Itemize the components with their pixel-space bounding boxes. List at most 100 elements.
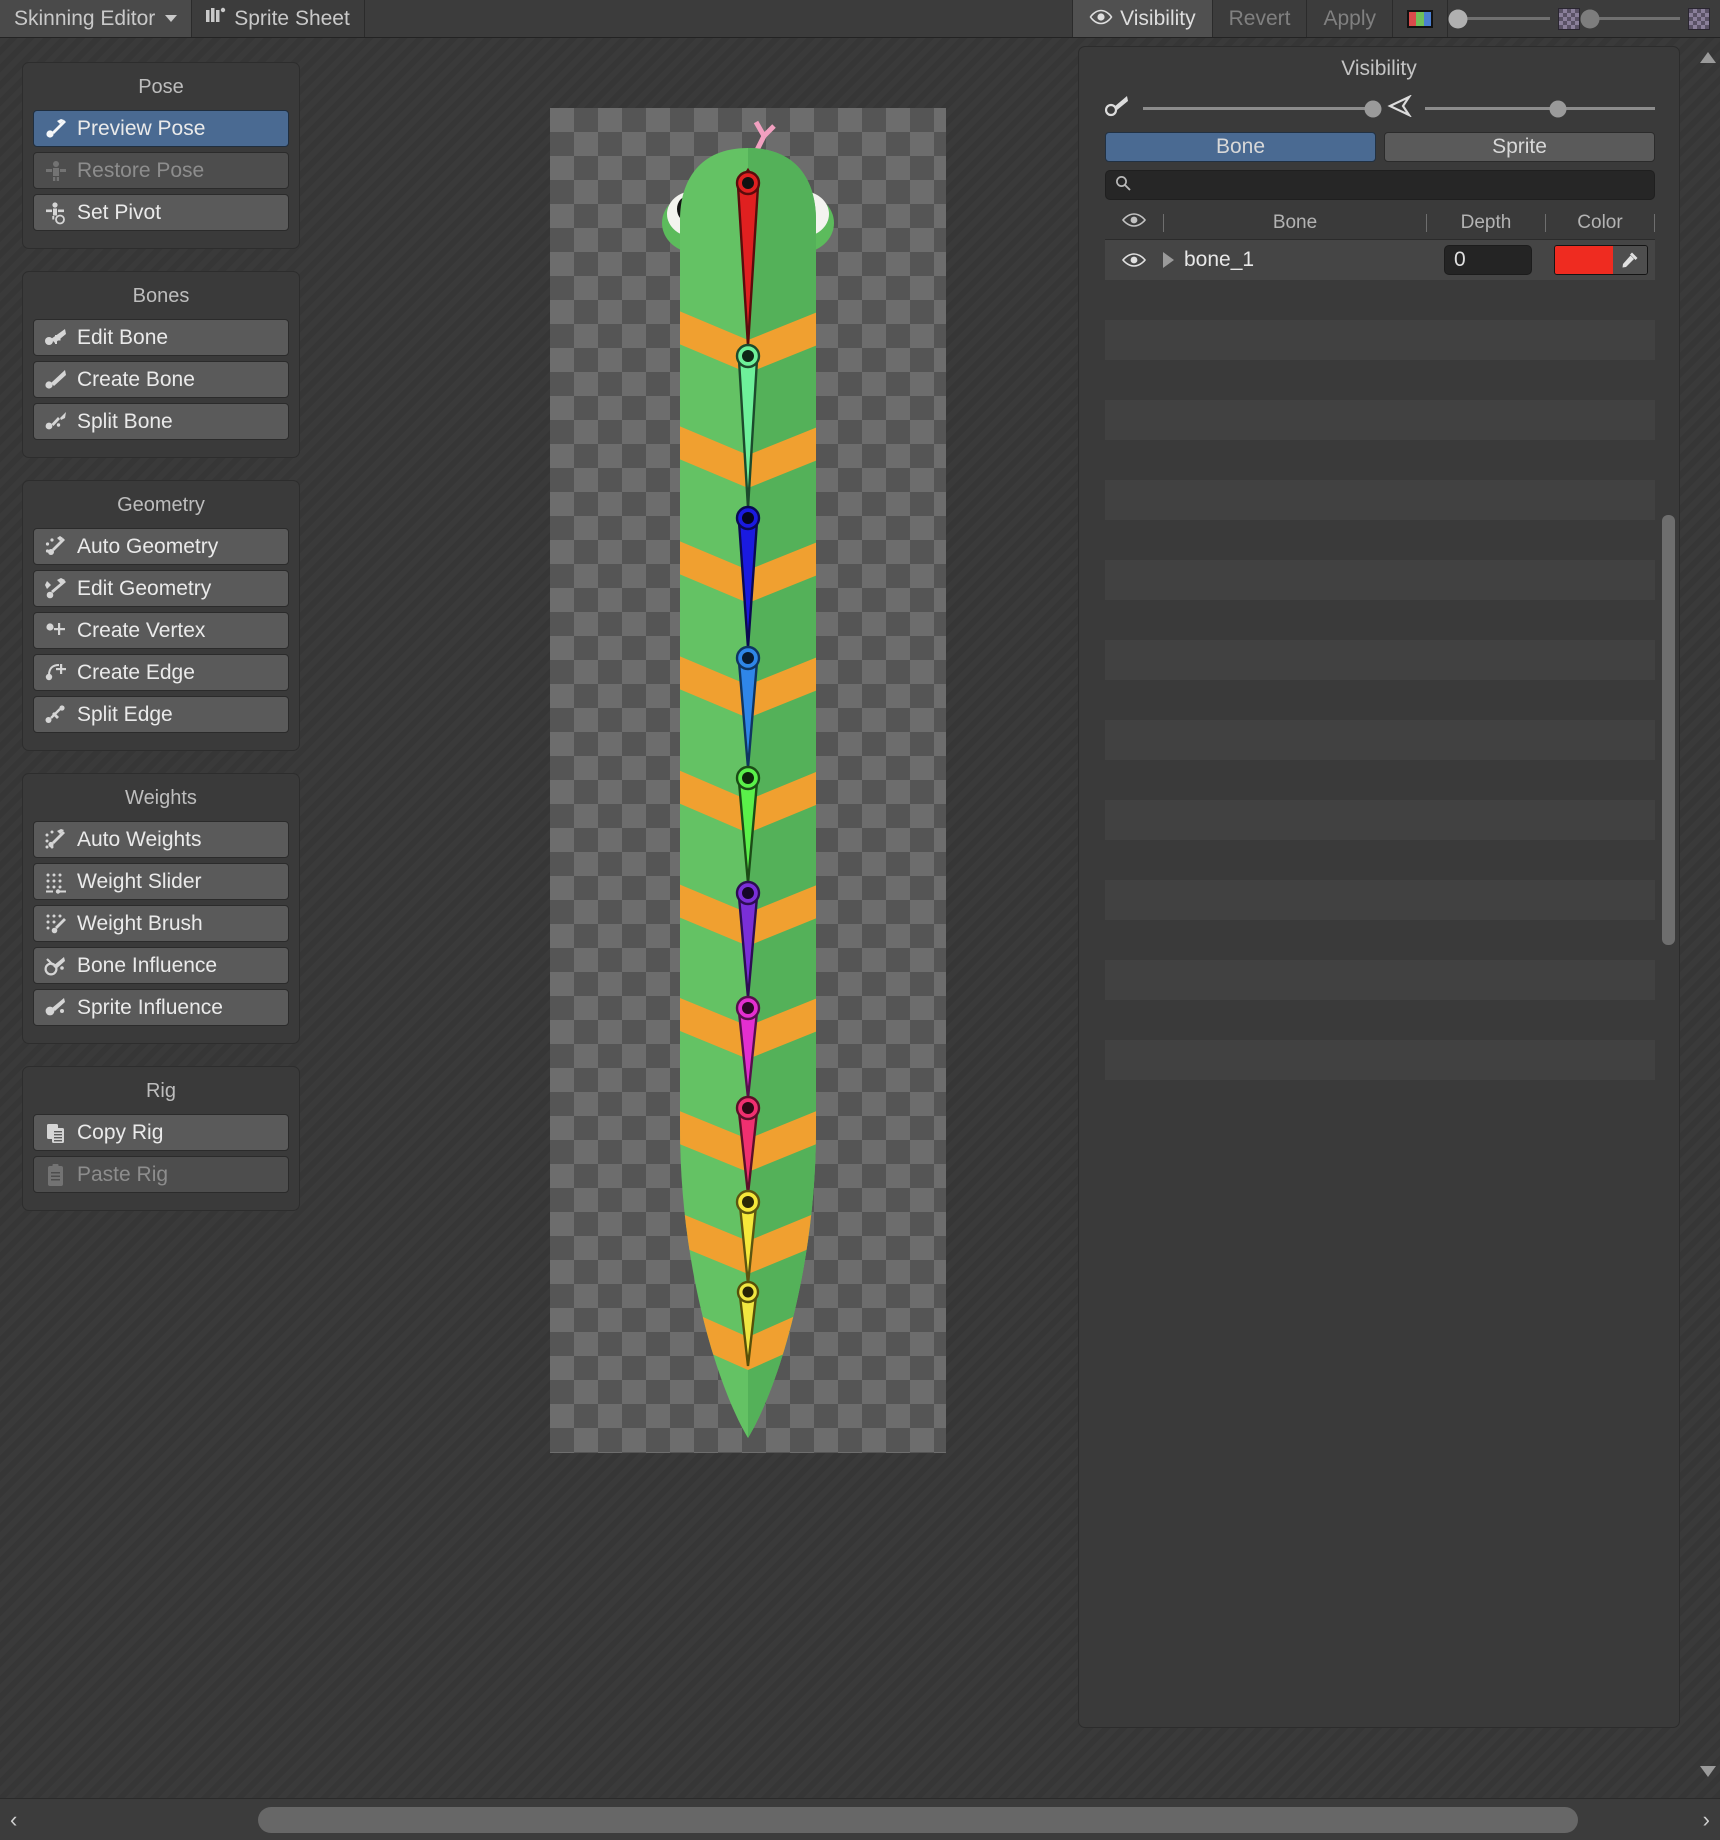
auto-geometry-icon (44, 535, 68, 559)
tool-edit-bone[interactable]: Edit Bone (33, 319, 289, 356)
panel-bones-title: Bones (132, 285, 190, 307)
table-empty-row (1105, 680, 1655, 720)
tool-set-pivot-label: Set Pivot (77, 200, 162, 224)
tool-preview-pose-label: Preview Pose (77, 116, 206, 140)
tab-bone[interactable]: Bone (1105, 132, 1376, 162)
scroll-right-arrow-icon[interactable]: › (1703, 1807, 1710, 1833)
scroll-down-arrow-icon[interactable] (1700, 1766, 1716, 1777)
eye-icon (1089, 7, 1113, 31)
table-row[interactable]: bone_1 0 (1105, 240, 1655, 280)
horizontal-scrollbar-thumb[interactable] (258, 1807, 1578, 1833)
header-eye-icon[interactable] (1105, 212, 1163, 234)
header-bone[interactable]: Bone (1164, 212, 1426, 234)
table-empty-row (1105, 320, 1655, 360)
apply-button[interactable]: Apply (1306, 0, 1392, 37)
bone-size-track[interactable] (1425, 100, 1655, 117)
tab-sprite[interactable]: Sprite (1384, 132, 1655, 162)
opacity-slider-2-knob[interactable] (1580, 9, 1600, 28)
opacity-slider-1[interactable] (1448, 9, 1550, 28)
tool-restore-pose[interactable]: Restore Pose (33, 152, 289, 189)
header-depth[interactable]: Depth (1427, 212, 1545, 234)
scroll-left-arrow-icon[interactable]: ‹ (10, 1807, 17, 1833)
header-divider-4 (1654, 213, 1655, 232)
sprite-artwork (662, 120, 834, 1438)
tool-split-edge[interactable]: Split Edge (33, 696, 289, 733)
rgb-channels-icon (1407, 9, 1433, 28)
tool-bone-influence[interactable]: Bone Influence (33, 947, 289, 984)
tab-skinning-editor[interactable]: Skinning Editor (0, 0, 193, 37)
color-swatch[interactable] (1555, 246, 1613, 274)
tool-split-bone[interactable]: Split Bone (33, 403, 289, 440)
weight-brush-icon (44, 912, 68, 936)
tool-set-pivot[interactable]: Set Pivot (33, 194, 289, 231)
tool-weight-brush[interactable]: Weight Brush (33, 905, 289, 942)
apply-label: Apply (1323, 6, 1376, 30)
scroll-up-arrow-icon[interactable] (1700, 52, 1716, 63)
tool-create-vertex[interactable]: Create Vertex (33, 612, 289, 649)
sprite-canvas[interactable] (550, 108, 946, 1453)
opacity-slider-1-knob[interactable] (1448, 9, 1468, 28)
edit-geometry-icon (44, 577, 68, 601)
tool-preview-pose[interactable]: Preview Pose (33, 110, 289, 147)
tool-weight-slider[interactable]: Weight Slider (33, 863, 289, 900)
row-bone-cell[interactable]: bone_1 (1163, 248, 1429, 272)
bone-size-knob[interactable] (1549, 100, 1567, 117)
preview-pose-icon (44, 117, 68, 141)
tool-auto-weights[interactable]: Auto Weights (33, 821, 289, 858)
tool-weight-brush-label: Weight Brush (77, 911, 203, 935)
tab-sprite-sheet-label: Sprite Sheet (234, 6, 350, 30)
panel-weights: Weights Auto Weights Weight Slider Weigh… (22, 773, 300, 1044)
canvas-area[interactable] (300, 38, 1080, 1778)
panel-pose: Pose Preview Pose Restore Pose Set Pivot (22, 62, 300, 249)
header-color[interactable]: Color (1546, 212, 1654, 234)
table-empty-row (1105, 600, 1655, 640)
split-bone-icon (44, 410, 68, 434)
row-color-cell[interactable] (1547, 245, 1655, 275)
sprite-sheet-icon (206, 7, 226, 31)
create-bone-icon (44, 368, 68, 392)
table-empty-row (1105, 360, 1655, 400)
tool-auto-geometry[interactable]: Auto Geometry (33, 528, 289, 565)
panel-pose-title: Pose (138, 76, 184, 98)
tool-edit-geometry-label: Edit Geometry (77, 576, 212, 600)
tool-edit-geometry[interactable]: Edit Geometry (33, 570, 289, 607)
row-depth-cell[interactable]: 0 (1429, 245, 1547, 275)
tool-sprite-influence[interactable]: Sprite Influence (33, 989, 289, 1026)
table-empty-row (1105, 880, 1655, 920)
opacity-slider-2[interactable] (1580, 9, 1680, 28)
tool-sprite-influence-label: Sprite Influence (77, 995, 223, 1019)
horizontal-scrollbar[interactable]: ‹ › (0, 1798, 1720, 1840)
set-pivot-icon (44, 201, 68, 225)
search-icon (1115, 175, 1131, 196)
bone-opacity-knob[interactable] (1364, 100, 1382, 117)
bone-opacity-track[interactable] (1143, 100, 1382, 117)
tool-copy-rig[interactable]: Copy Rig (33, 1114, 289, 1151)
visibility-panel: Visibility Bone Sprite Bone Depth Color … (1078, 46, 1680, 1728)
panel-geometry: Geometry Auto Geometry Edit Geometry Cre… (22, 480, 300, 751)
visibility-search-box[interactable] (1105, 170, 1655, 200)
tool-create-bone[interactable]: Create Bone (33, 361, 289, 398)
table-empty-row (1105, 800, 1655, 840)
tab-sprite-sheet[interactable]: Sprite Sheet (192, 0, 365, 37)
panel-geometry-title: Geometry (117, 494, 205, 516)
bone-opacity-slider[interactable] (1104, 95, 1382, 122)
tab-sprite-label: Sprite (1492, 135, 1547, 158)
bone-size-slider[interactable] (1387, 94, 1655, 122)
rgb-channels-button[interactable] (1392, 0, 1447, 37)
eyedropper-icon[interactable] (1613, 246, 1647, 274)
checkerboard-icon (1558, 7, 1580, 30)
opacity-slider-2-track[interactable] (1580, 9, 1680, 28)
opacity-slider-1-track[interactable] (1448, 9, 1550, 28)
bone-size-icon (1387, 94, 1413, 122)
visibility-toggle-button[interactable]: Visibility (1072, 0, 1212, 37)
color-control[interactable] (1554, 245, 1648, 275)
triangle-right-icon[interactable] (1163, 252, 1174, 268)
depth-input[interactable]: 0 (1444, 245, 1532, 275)
search-input[interactable] (1138, 174, 1645, 196)
visibility-scrollbar-thumb[interactable] (1662, 515, 1675, 945)
tool-create-edge[interactable]: Create Edge (33, 654, 289, 691)
visibility-scrollbar[interactable] (1662, 85, 1675, 1689)
row-visibility-toggle[interactable] (1105, 252, 1163, 268)
tool-paste-rig[interactable]: Paste Rig (33, 1156, 289, 1193)
revert-button[interactable]: Revert (1211, 0, 1307, 37)
